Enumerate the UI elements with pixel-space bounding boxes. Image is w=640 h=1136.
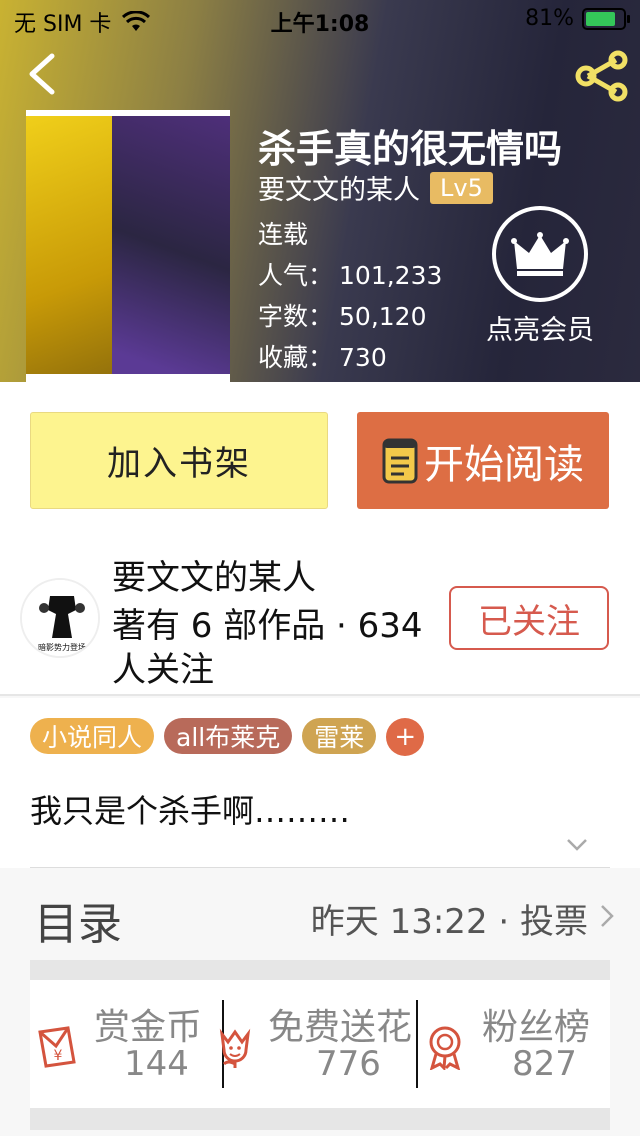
start-reading-button[interactable]: 开始阅读: [357, 412, 609, 509]
avatar-caption: 暗影势力登场: [38, 642, 86, 652]
reward-coins-value: 144: [124, 1044, 189, 1084]
catalogue-row[interactable]: 目录 昨天 13:22 · 投票: [0, 868, 640, 960]
back-chevron-icon[interactable]: [22, 52, 62, 96]
svg-text:¥: ¥: [54, 1048, 63, 1064]
book-icon: [382, 438, 418, 483]
tag-list: 小说同人 all布莱克 雷莱 +: [30, 718, 425, 756]
popularity-label: 人气：: [258, 261, 334, 290]
reward-coins-stat[interactable]: ¥ 赏金币 144: [30, 980, 222, 1108]
book-intro: 小说同人 all布莱克 雷莱 + 我只是个杀手啊………: [0, 698, 640, 868]
book-meta: 连载 人气： 101,233 字数： 50,120 收藏： 730: [258, 214, 442, 378]
vip-label: 点亮会员: [486, 315, 594, 346]
add-tag-button[interactable]: +: [386, 718, 425, 756]
book-author-line: 要文文的某人 Lv5: [258, 168, 493, 207]
cover-bottom-strip: [26, 374, 230, 382]
book-status-row: 连载: [258, 214, 442, 255]
status-right: 81%: [525, 6, 630, 31]
free-flowers-title: 免费送花: [268, 1007, 413, 1048]
battery-fill: [586, 11, 616, 26]
favorites-label: 收藏：: [258, 343, 334, 372]
chevron-right-icon: [601, 905, 614, 927]
popularity-row: 人气： 101,233: [258, 255, 442, 296]
book-title: 杀手真的很无情吗: [258, 127, 563, 171]
vip-button[interactable]: 点亮会员: [470, 206, 610, 347]
word-count-label: 字数：: [258, 302, 334, 331]
author-stats: 著有 6 部作品 · 634 人关注: [112, 606, 423, 690]
share-icon[interactable]: [574, 50, 630, 102]
word-count-value: 50,120: [339, 302, 427, 331]
popularity-value: 101,233: [339, 261, 443, 290]
author-avatar[interactable]: 暗影势力登场: [20, 578, 100, 658]
start-reading-label: 开始阅读: [424, 441, 584, 488]
flower-icon: [219, 1028, 251, 1068]
follow-button[interactable]: 已关注: [449, 586, 609, 650]
author-name: 要文文的某人: [112, 558, 316, 598]
free-flowers-value: 776: [316, 1044, 381, 1084]
favorites-value: 730: [339, 343, 387, 372]
book-status: 连载: [258, 220, 309, 249]
synopsis-text: 我只是个杀手啊………: [30, 792, 351, 830]
medal-icon: [429, 1026, 461, 1070]
reward-coins-title: 赏金币: [94, 1007, 203, 1048]
status-bar: 无 SIM 卡 上午1:08 81%: [0, 0, 640, 40]
author-level-badge: Lv5: [430, 171, 493, 204]
book-cover[interactable]: [26, 110, 230, 382]
battery-percent: 81%: [525, 6, 574, 31]
book-header: 无 SIM 卡 上午1:08 81% 杀手真的很无情吗 要文文的某人 Lv5 连…: [0, 0, 640, 382]
section-separator: [30, 1108, 610, 1130]
action-bar: 加入书架 开始阅读: [0, 382, 640, 532]
section-separator: [30, 960, 610, 980]
battery-icon: [582, 7, 630, 30]
word-count-row: 字数： 50,120: [258, 296, 442, 337]
expand-chevron-icon[interactable]: [566, 838, 588, 852]
author-card[interactable]: 暗影势力登场 要文文的某人 著有 6 部作品 · 634 人关注 已关注: [0, 532, 640, 696]
crown-icon: [492, 206, 588, 302]
add-to-shelf-button[interactable]: 加入书架: [30, 412, 328, 509]
red-envelope-icon: ¥: [38, 1026, 76, 1068]
fan-ranking-title: 粉丝榜: [482, 1007, 591, 1048]
bottom-stats: ¥ 赏金币 144 免费送花 776 粉丝榜 827: [30, 980, 610, 1108]
favorites-row: 收藏： 730: [258, 337, 442, 378]
fan-ranking-stat[interactable]: 粉丝榜 827: [418, 980, 610, 1108]
tag-all-black[interactable]: all布莱克: [164, 718, 293, 754]
fan-ranking-value: 827: [512, 1044, 577, 1084]
book-author[interactable]: 要文文的某人: [258, 168, 420, 207]
catalogue-label: 目录: [34, 899, 122, 950]
cover-art-right: [111, 116, 230, 382]
free-flowers-stat[interactable]: 免费送花 776: [219, 980, 416, 1108]
catalogue-update-info: 昨天 13:22 · 投票: [310, 902, 588, 942]
tag-lei-lai[interactable]: 雷莱: [302, 718, 377, 754]
tag-fanfic[interactable]: 小说同人: [30, 718, 155, 754]
